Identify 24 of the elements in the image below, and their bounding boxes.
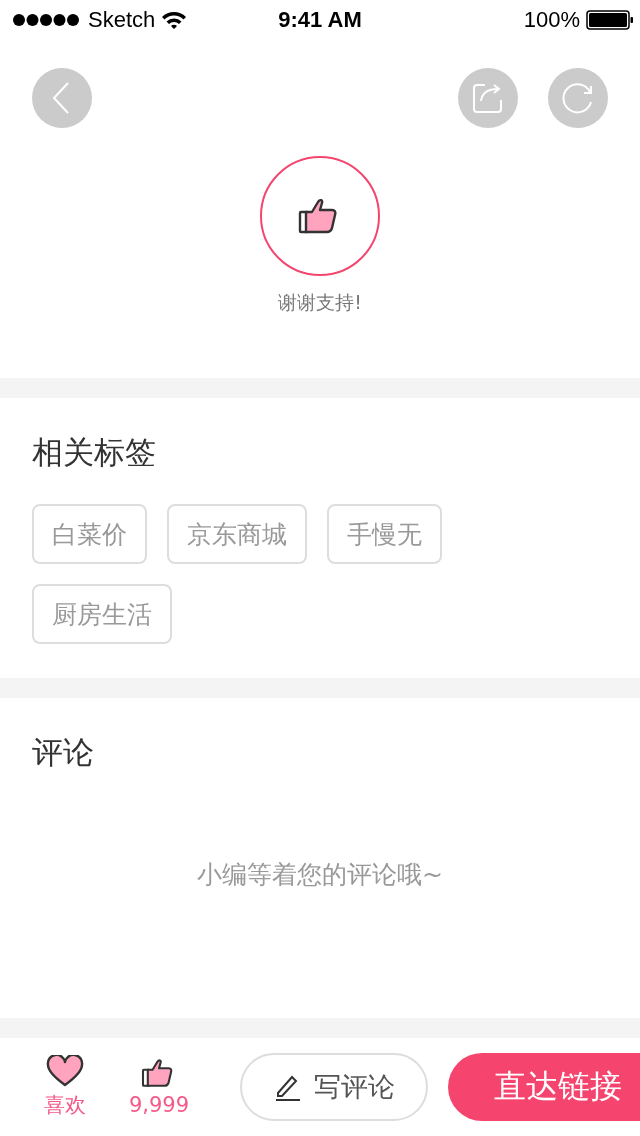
- share-button[interactable]: [458, 68, 518, 128]
- section-title: 评论: [32, 733, 95, 772]
- tag-chip[interactable]: 白菜价: [32, 504, 147, 564]
- direct-link-button[interactable]: 直达链接: [448, 1053, 640, 1121]
- empty-comments-text: 小编等着您的评论哦~: [196, 859, 444, 891]
- wifi-icon: [161, 11, 188, 29]
- signal-icon: [12, 13, 82, 27]
- heart-icon: [46, 1055, 84, 1087]
- favorite-button[interactable]: 喜欢: [18, 1055, 112, 1119]
- refresh-button[interactable]: [548, 68, 608, 128]
- share-icon: [471, 81, 505, 115]
- section-title: 相关标签: [32, 433, 157, 472]
- thanks-text: 谢谢支持!: [278, 290, 362, 315]
- battery-icon: [586, 10, 634, 30]
- carrier-name: Sketch: [88, 7, 156, 33]
- tag-chip[interactable]: 京东商城: [167, 504, 307, 564]
- like-count-button[interactable]: 9,999: [112, 1057, 206, 1117]
- write-comment-button[interactable]: 写评论: [240, 1053, 428, 1121]
- back-button[interactable]: [32, 68, 92, 128]
- tag-chip[interactable]: 厨房生活: [32, 584, 172, 644]
- tag-chip[interactable]: 手慢无: [327, 504, 442, 564]
- battery-percentage: 100%: [523, 7, 580, 33]
- pencil-icon: [273, 1073, 302, 1101]
- status-time: 9:41 AM: [278, 7, 362, 33]
